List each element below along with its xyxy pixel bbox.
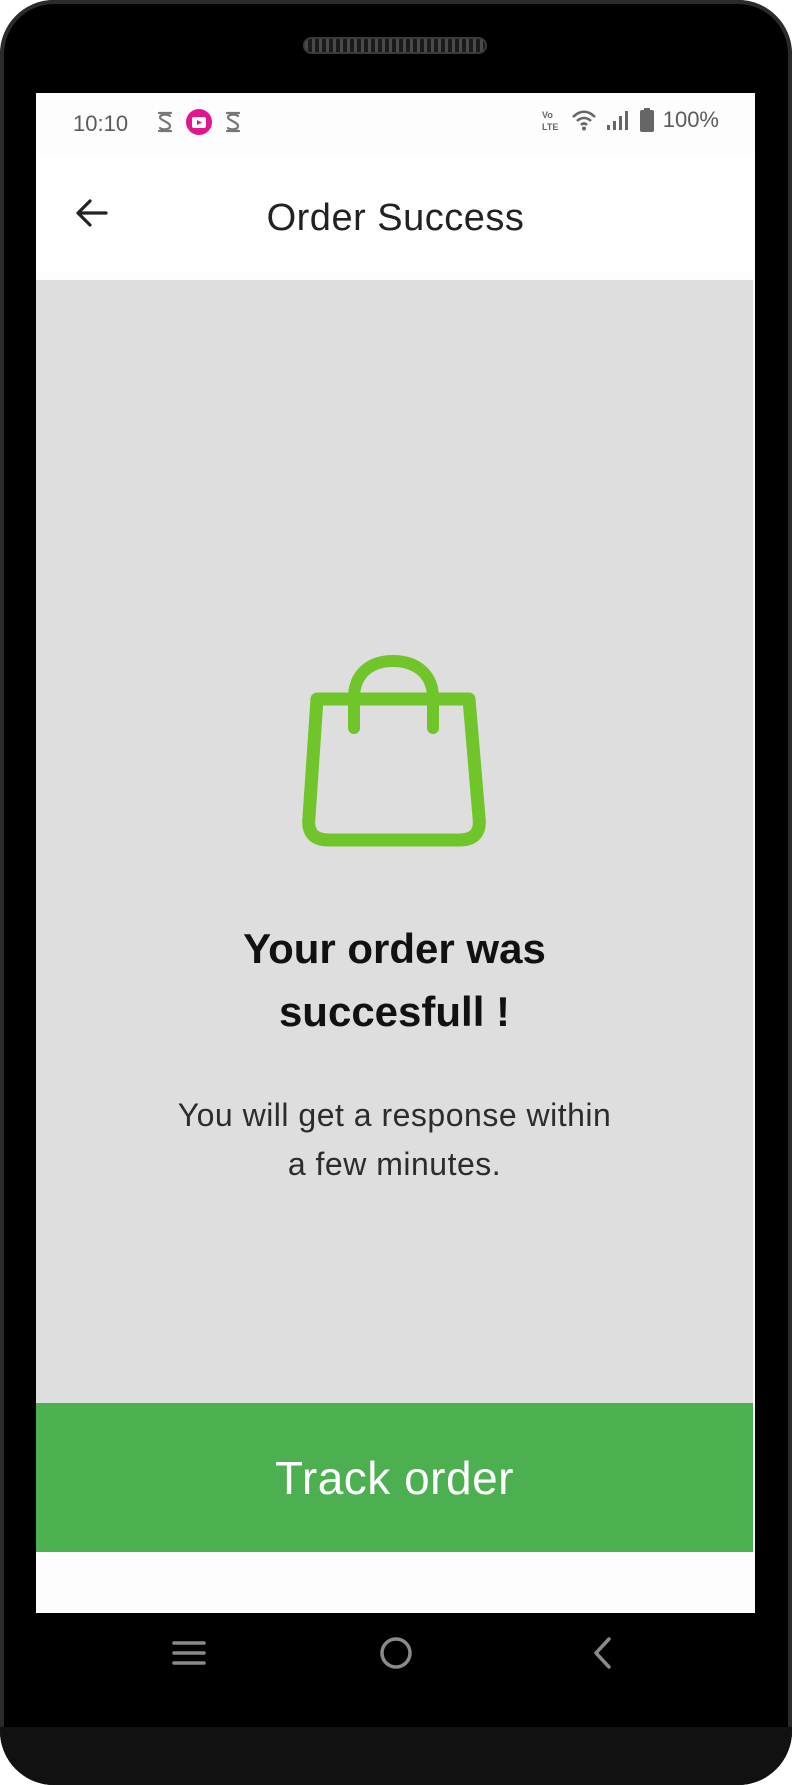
svg-text:Vo: Vo: [542, 110, 553, 120]
home-button[interactable]: [370, 1627, 422, 1679]
video-notification-icon: [186, 109, 212, 135]
headline-line-1: Your order was: [243, 925, 546, 972]
recent-apps-icon: [172, 1641, 206, 1665]
recent-apps-button[interactable]: [163, 1627, 215, 1679]
battery-percent: 100%: [662, 107, 719, 132]
speaker-grille: [303, 37, 487, 54]
shopping-bag-icon: [302, 654, 486, 847]
bottom-spacer: [36, 1552, 755, 1613]
message-line-1: You will get a response within: [177, 1097, 612, 1133]
screen: 10:10 Vo LTE 100% Order Success Your ord…: [36, 93, 755, 1613]
message-line-2: a few minutes.: [287, 1146, 502, 1182]
status-time: 10:10: [73, 111, 129, 136]
status-bar: 10:10 Vo LTE 100%: [36, 93, 755, 155]
s-app-icon: [157, 111, 173, 133]
back-icon: [594, 1637, 611, 1669]
status-notification-icons: [154, 109, 244, 135]
phone-frame: 10:10 Vo LTE 100% Order Success Your ord…: [0, 0, 792, 1785]
phone-chin: [0, 1727, 792, 1785]
volte-icon: Vo LTE: [542, 110, 558, 132]
home-icon: [380, 1637, 412, 1669]
svg-text:LTE: LTE: [542, 122, 558, 132]
signal-icon: [606, 111, 628, 130]
headline-line-2: succesfull !: [278, 988, 511, 1035]
success-headline: Your order was succesfull !: [36, 917, 753, 1043]
battery-icon: [639, 108, 654, 132]
success-message: You will get a response within a few min…: [36, 1091, 753, 1189]
status-system-icons: Vo LTE 100%: [541, 107, 719, 133]
success-content: Your order was succesfull ! You will get…: [36, 280, 753, 1403]
s-app-icon: [225, 111, 241, 133]
track-order-button[interactable]: Track order: [36, 1403, 753, 1552]
navigation-bar: [0, 1613, 792, 1693]
page-title: Order Success: [266, 197, 525, 239]
wifi-icon: [571, 110, 596, 131]
app-bar: Order Success: [36, 155, 755, 273]
nav-back-button[interactable]: [577, 1627, 629, 1679]
